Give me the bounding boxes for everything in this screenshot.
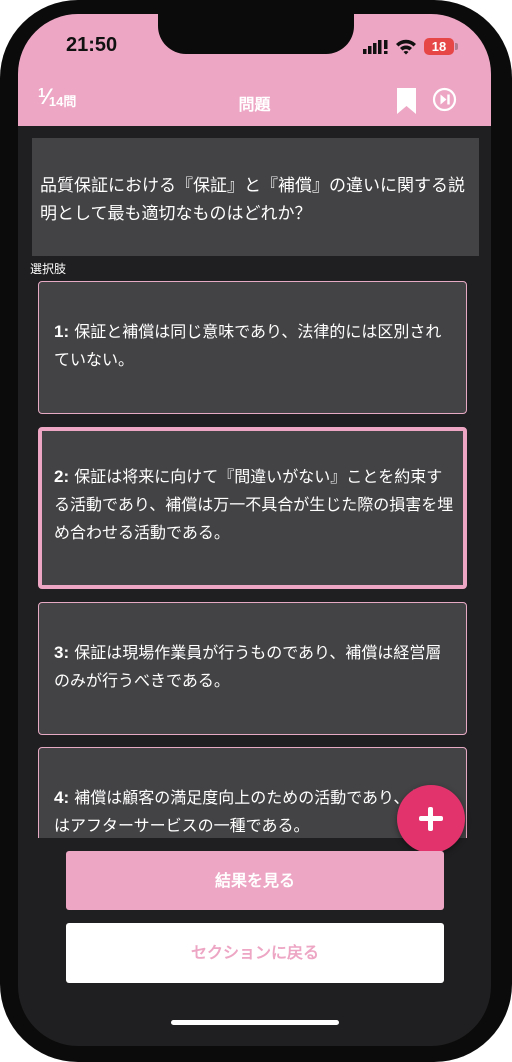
add-fab-button[interactable] [397,785,465,853]
choice-label: 保証と補償は同じ意味であり、法律的には区別されていない。 [54,322,442,369]
choice-number: 4: [54,788,70,807]
choice-number: 2: [54,467,70,486]
page-title: 問題 [238,95,271,114]
status-time: 21:50 [66,34,118,56]
side-button [0,250,4,308]
side-button [0,118,4,150]
signal-icon [363,40,388,54]
screen: 21:50 18 1⁄14問 問題 品質保証における『保証』と『補償』の違いに関… [18,14,491,1046]
choice-label: 保証は将来に向けて『間違いがない』ことを約束する活動であり、補償は万一不具合が生… [54,467,454,542]
view-results-button[interactable]: 結果を見る [66,851,444,910]
battery-icon: 18 [424,38,454,55]
notch [158,14,354,54]
choice-text: 3: 保証は現場作業員が行うものであり、補償は経営層のみが行うべきである。 [54,639,454,695]
skip-icon[interactable] [432,87,457,112]
bookmark-icon[interactable] [396,88,417,114]
choice-label: 保証は現場作業員が行うものであり、補償は経営層のみが行うべきである。 [54,643,442,690]
choice-text: 4: 補償は顧客の満足度向上のための活動であり、保証はアフターサービスの一種であ… [54,784,454,838]
choice-text: 1: 保証と補償は同じ意味であり、法律的には区別されていない。 [54,318,454,374]
battery-tip [455,43,458,50]
plus-icon-stroke [428,807,433,831]
choices-label: 選択肢 [30,262,67,276]
choice-item-3[interactable]: 3: 保証は現場作業員が行うものであり、補償は経営層のみが行うべきである。 [38,602,467,735]
choice-item-2[interactable]: 2: 保証は将来に向けて『間違いがない』ことを約束する活動であり、補償は万一不具… [38,427,467,589]
wifi-icon [396,39,416,55]
choice-text: 2: 保証は将来に向けて『間違いがない』ことを約束する活動であり、補償は万一不具… [54,463,454,547]
choice-number: 1: [54,322,70,341]
choice-number: 3: [54,643,70,662]
question-card: 品質保証における『保証』と『補償』の違いに関する説明として最も適切なものはどれか… [32,138,479,256]
choices-list: 1: 保証と補償は同じ意味であり、法律的には区別されていない。 2: 保証は将来… [18,278,491,838]
choice-label: 補償は顧客の満足度向上のための活動であり、保証はアフターサービスの一種である。 [54,788,442,835]
choice-item-1[interactable]: 1: 保証と補償は同じ意味であり、法律的には区別されていない。 [38,281,467,414]
home-indicator[interactable] [171,1020,339,1025]
back-to-section-button[interactable]: セクションに戻る [66,923,444,983]
question-text: 品質保証における『保証』と『補償』の違いに関する説明として最も適切なものはどれか… [40,176,465,224]
side-button [508,224,512,320]
side-button [0,178,4,236]
